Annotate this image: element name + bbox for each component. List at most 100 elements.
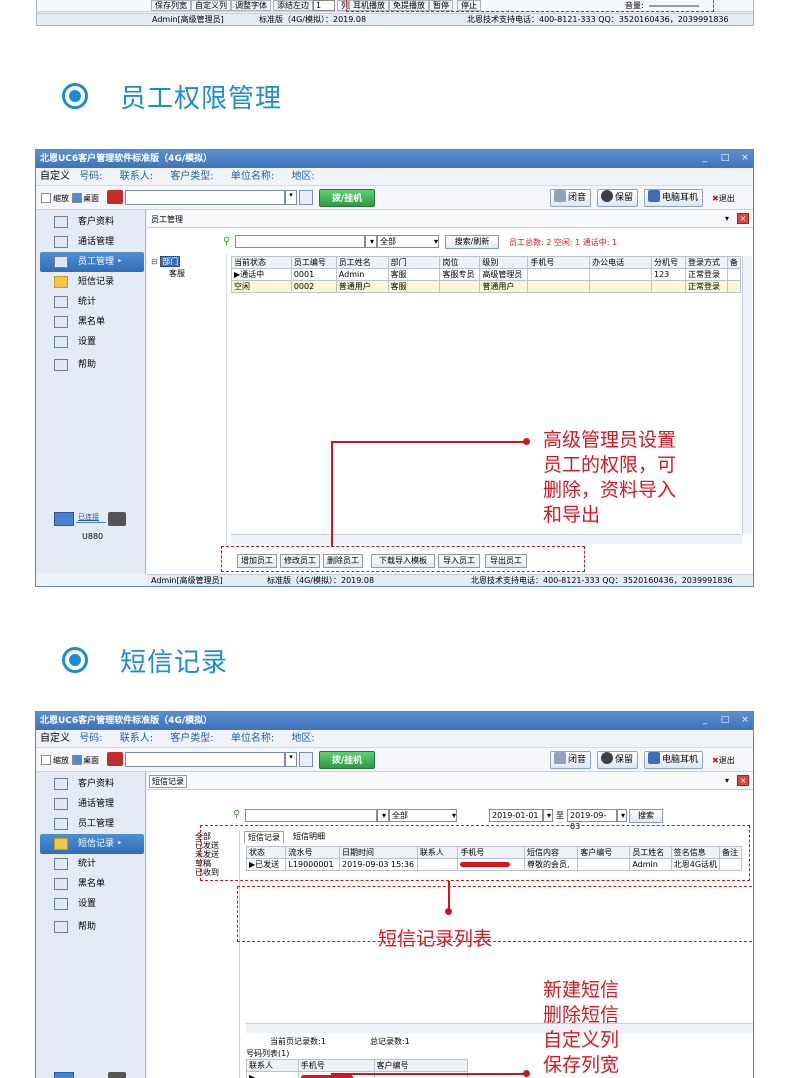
column-header[interactable]: 客户编号 [373, 1059, 469, 1072]
search-refresh-button[interactable]: 搜索/刷新 [445, 235, 499, 249]
sidebar-item-settings[interactable]: 设置 [40, 894, 144, 914]
edit-staff-button[interactable]: 修改员工 [280, 554, 320, 568]
minimize-button[interactable]: _ [698, 152, 712, 165]
tab-sms[interactable]: 短信记录 [149, 775, 187, 788]
sidebar-item-blacklist[interactable]: 黑名单 [40, 874, 144, 894]
pause-button[interactable]: 暂停 [429, 0, 453, 11]
column-header[interactable]: 备 [726, 256, 742, 269]
headset-play-button[interactable]: 耳机播放 [349, 0, 389, 11]
sidebar-item-stats[interactable]: 统计 [40, 854, 144, 874]
menu-customer-type[interactable]: 客户类型: [170, 171, 213, 182]
volume-slider[interactable] [649, 5, 699, 7]
exit-button[interactable]: ✖退出 [712, 755, 735, 766]
dropdown-arrow-icon[interactable]: ▾ [285, 190, 297, 205]
column-header[interactable]: 登录方式 [684, 256, 728, 269]
zoom-checkbox[interactable] [41, 193, 51, 203]
column-header[interactable]: 级别 [479, 256, 529, 269]
dial-number-input[interactable] [125, 190, 285, 205]
column-header[interactable]: 岗位 [439, 256, 481, 269]
column-header[interactable]: 手机号 [297, 1059, 375, 1072]
staff-filter-select[interactable]: 全部 ▾ [377, 235, 439, 248]
sms-filter-select[interactable]: 全部 ▾ [389, 809, 457, 822]
menu-region[interactable]: 地区: [291, 733, 314, 744]
vertical-scrollbar[interactable] [742, 256, 752, 534]
pc-headset-button[interactable]: 电脑耳机 [644, 189, 704, 207]
sidebar-item-settings[interactable]: 设置 [40, 332, 144, 352]
column-header[interactable]: 手机号 [527, 256, 591, 269]
speaker-play-button[interactable]: 免提播放 [389, 0, 429, 11]
menu-contact[interactable]: 联系人: [120, 171, 153, 182]
menu-region[interactable]: 地区: [291, 171, 314, 182]
dial-hangup-button[interactable]: 拨/挂机 [319, 189, 375, 207]
hold-button[interactable]: 保留 [597, 751, 639, 769]
phone-icon[interactable] [107, 752, 123, 766]
sidebar-item-customers[interactable]: 客户资料 [40, 212, 144, 232]
sidebar-item-stats[interactable]: 统计 [40, 292, 144, 312]
menu-customer-type[interactable]: 客户类型: [170, 733, 213, 744]
exit-button[interactable]: ✖退出 [712, 193, 735, 204]
align-left-button[interactable]: 添结左边 [273, 0, 313, 11]
stop-button[interactable]: 停止 [457, 0, 481, 11]
column-header[interactable]: 员工编号 [290, 256, 337, 269]
keypad-icon[interactable] [299, 190, 313, 205]
date-from-input[interactable]: 2019-01-01 [489, 809, 543, 822]
import-staff-button[interactable]: 导入员工 [438, 554, 480, 568]
sidebar-item-calls[interactable]: 通话管理 [40, 232, 144, 252]
column-header[interactable]: 当前状态 [231, 256, 292, 269]
tree-node-service[interactable]: 客服 [169, 268, 185, 279]
tree-root-department[interactable]: ⊟ 部门 [151, 256, 181, 267]
pc-headset-button[interactable]: 电脑耳机 [644, 751, 704, 769]
column-header[interactable]: 联系人 [246, 1059, 299, 1072]
menu-custom[interactable]: 自定义 [40, 171, 70, 182]
staff-search-input[interactable] [235, 235, 365, 248]
sidebar-item-sms[interactable]: 短信记录 ‣ [40, 834, 144, 854]
close-button[interactable]: × [738, 152, 752, 165]
delete-staff-button[interactable]: 删除员工 [323, 554, 363, 568]
phone-icon[interactable] [107, 190, 123, 204]
mute-button[interactable]: 闭音 [550, 751, 592, 769]
dial-number-input[interactable] [125, 752, 285, 767]
horizontal-scrollbar[interactable] [231, 534, 742, 544]
menu-company[interactable]: 单位名称: [231, 733, 274, 744]
menu-custom[interactable]: 自定义 [40, 733, 70, 744]
search-dropdown-arrow-icon[interactable]: ▾ [377, 809, 389, 822]
menu-company[interactable]: 单位名称: [231, 171, 274, 182]
desktop-checkbox[interactable] [72, 755, 82, 765]
date-to-input[interactable]: 2019-09-03 [567, 809, 617, 831]
date-from-dropdown-icon[interactable]: ▾ [543, 809, 553, 822]
menu-number[interactable]: 号码: [79, 171, 102, 182]
date-to-dropdown-icon[interactable]: ▾ [617, 809, 627, 822]
sidebar-item-staff[interactable]: 员工管理 ‣ [40, 252, 144, 272]
tab-staff[interactable]: 员工管理 [151, 214, 183, 225]
menu-contact[interactable]: 联系人: [120, 733, 153, 744]
search-dropdown-arrow-icon[interactable]: ▾ [365, 235, 377, 248]
table-row[interactable]: ▶通话中 0001 Admin 客服 客服专员 高级管理员 123 正常登录 [231, 268, 742, 281]
column-header[interactable]: 分机号 [651, 256, 686, 269]
close-button[interactable]: × [738, 714, 752, 727]
menu-number[interactable]: 号码: [79, 733, 102, 744]
minimize-button[interactable]: _ [698, 714, 712, 727]
sms-search-button[interactable]: 搜索 [629, 809, 663, 823]
mute-button[interactable]: 闭音 [550, 189, 592, 207]
desktop-checkbox[interactable] [72, 193, 82, 203]
add-staff-button[interactable]: 增加员工 [237, 554, 277, 568]
horizontal-scrollbar[interactable] [246, 1023, 753, 1033]
sidebar-item-calls[interactable]: 通话管理 [40, 794, 144, 814]
sidebar-item-help[interactable]: 帮助 [40, 917, 144, 937]
adjust-font-button[interactable]: 调整字体 [231, 0, 271, 11]
tab-list-arrow-icon[interactable]: ▾ [725, 776, 729, 785]
close-tab-icon[interactable]: × [737, 213, 749, 224]
maximize-button[interactable]: □ [718, 152, 732, 165]
keypad-icon[interactable] [299, 752, 313, 767]
sms-search-input[interactable] [245, 809, 377, 822]
sidebar-item-sms[interactable]: 短信记录 [40, 272, 144, 292]
sidebar-item-staff[interactable]: 员工管理 [40, 814, 144, 834]
zoom-checkbox[interactable] [41, 755, 51, 765]
save-column-width-button[interactable]: 保存列宽 [151, 0, 191, 11]
tab-list-arrow-icon[interactable]: ▾ [725, 214, 729, 223]
table-row[interactable]: 空闲 0002 普通用户 客服 普通用户 正常登录 [231, 280, 742, 293]
sidebar-item-blacklist[interactable]: 黑名单 [40, 312, 144, 332]
column-stepper[interactable]: 1 [313, 0, 335, 11]
sidebar-item-help[interactable]: 帮助 [40, 355, 144, 375]
dropdown-arrow-icon[interactable]: ▾ [285, 752, 297, 767]
